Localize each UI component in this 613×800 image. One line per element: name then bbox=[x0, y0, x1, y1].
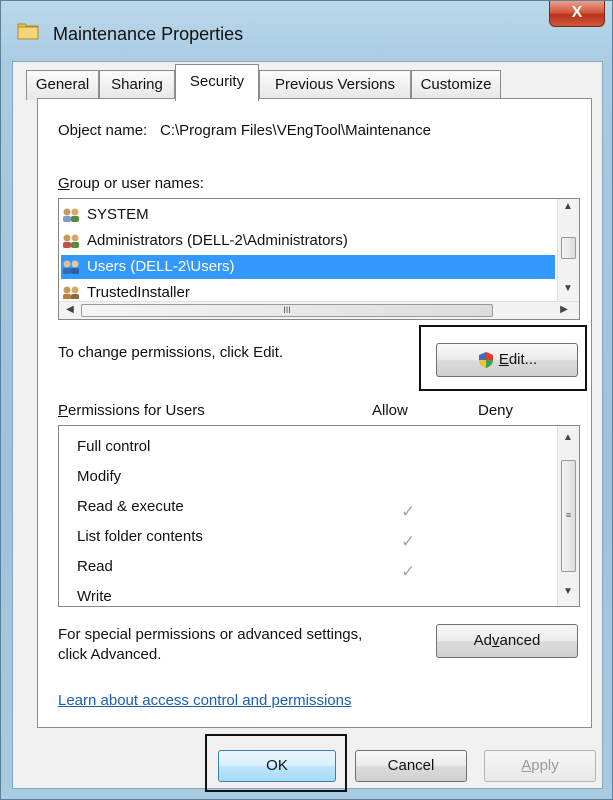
allow-header: Allow bbox=[372, 402, 408, 419]
user-name: TrustedInstaller bbox=[87, 284, 190, 299]
permissions-label: Permissions for Users bbox=[58, 402, 205, 419]
window-title: Maintenance Properties bbox=[53, 24, 244, 44]
scroll-up-icon[interactable]: ▲ bbox=[559, 432, 577, 443]
deny-header: Deny bbox=[478, 402, 514, 419]
list-item[interactable]: TrustedInstaller bbox=[61, 281, 555, 299]
allow-check-icon: ✓ bbox=[401, 532, 416, 551]
group-user-names-text: roup or user names: bbox=[69, 175, 204, 192]
tab-customize[interactable]: Customize bbox=[411, 70, 501, 100]
scroll-thumb[interactable] bbox=[561, 237, 576, 259]
ok-highlight-box bbox=[205, 734, 347, 792]
user-name: SYSTEM bbox=[87, 206, 149, 223]
allow-check-icon: ✓ bbox=[401, 502, 416, 521]
list-item-selected[interactable]: Users (DELL-2\Users) bbox=[61, 255, 555, 279]
scroll-thumb[interactable]: ≡ bbox=[561, 460, 576, 572]
user-name: Users (DELL-2\Users) bbox=[87, 258, 235, 275]
cancel-button[interactable]: Cancel bbox=[355, 750, 467, 782]
learn-more-link[interactable]: Learn about access control and permissio… bbox=[58, 692, 352, 709]
tab-previous-versions[interactable]: Previous Versions bbox=[259, 70, 411, 100]
scroll-down-icon[interactable]: ▼ bbox=[559, 283, 577, 294]
permission-row: Write bbox=[77, 588, 112, 605]
permissions-list[interactable]: Full control Modify Read & execute List … bbox=[58, 425, 580, 607]
permission-row: List folder contents bbox=[77, 528, 203, 545]
user-list-vertical-scrollbar[interactable]: ▲ ▼ bbox=[557, 199, 579, 301]
tab-security[interactable]: Security bbox=[175, 64, 259, 101]
apply-button-label: Apply bbox=[521, 757, 559, 774]
window-frame: Maintenance Properties X General Sharing… bbox=[0, 0, 613, 800]
close-button[interactable]: X bbox=[549, 1, 605, 27]
users-group-icon bbox=[63, 286, 79, 299]
change-permissions-text: To change permissions, click Edit. bbox=[58, 344, 284, 361]
special-permissions-text-1: For special permissions or advanced sett… bbox=[58, 626, 363, 643]
user-list[interactable]: SYSTEM Administrators (DELL-2\Administra… bbox=[58, 198, 580, 320]
users-group-icon bbox=[63, 234, 79, 249]
advanced-button-label: Advanced bbox=[473, 632, 541, 649]
permission-row: Modify bbox=[77, 468, 122, 485]
horizontal-scroll-thumb[interactable]: III bbox=[81, 304, 493, 317]
users-group-icon bbox=[63, 208, 79, 223]
edit-highlight-box bbox=[419, 325, 587, 391]
permission-row: Full control bbox=[77, 438, 151, 455]
object-name-label: Object name: bbox=[58, 122, 148, 139]
list-item[interactable]: Administrators (DELL-2\Administrators) bbox=[61, 229, 555, 253]
users-group-icon bbox=[63, 260, 79, 275]
list-item[interactable]: SYSTEM bbox=[61, 203, 555, 227]
apply-button[interactable]: Apply bbox=[484, 750, 596, 782]
scroll-left-icon[interactable]: ◀ bbox=[61, 304, 79, 315]
group-user-names-label: Group or user names: bbox=[58, 175, 204, 192]
user-name: Administrators (DELL-2\Administrators) bbox=[87, 232, 348, 249]
tab-sharing[interactable]: Sharing bbox=[99, 70, 175, 100]
special-permissions-text-2: click Advanced. bbox=[58, 646, 162, 663]
folder-icon bbox=[17, 23, 39, 40]
title-bar[interactable]: Maintenance Properties X bbox=[1, 1, 612, 59]
tab-general[interactable]: General bbox=[26, 70, 99, 100]
advanced-button[interactable]: Advanced bbox=[436, 624, 578, 658]
permission-row: Read bbox=[77, 558, 113, 575]
scroll-down-icon[interactable]: ▼ bbox=[559, 586, 577, 597]
scroll-right-icon[interactable]: ▶ bbox=[555, 304, 573, 315]
permission-row: Read & execute bbox=[77, 498, 184, 515]
permissions-vertical-scrollbar[interactable]: ▲ ≡ ▼ bbox=[557, 426, 579, 606]
user-list-horizontal-scrollbar[interactable]: ◀ III ▶ bbox=[59, 301, 579, 319]
scroll-up-icon[interactable]: ▲ bbox=[559, 201, 577, 212]
object-name-value: C:\Program Files\VEngTool\Maintenance bbox=[160, 122, 431, 139]
allow-check-icon: ✓ bbox=[401, 562, 416, 581]
